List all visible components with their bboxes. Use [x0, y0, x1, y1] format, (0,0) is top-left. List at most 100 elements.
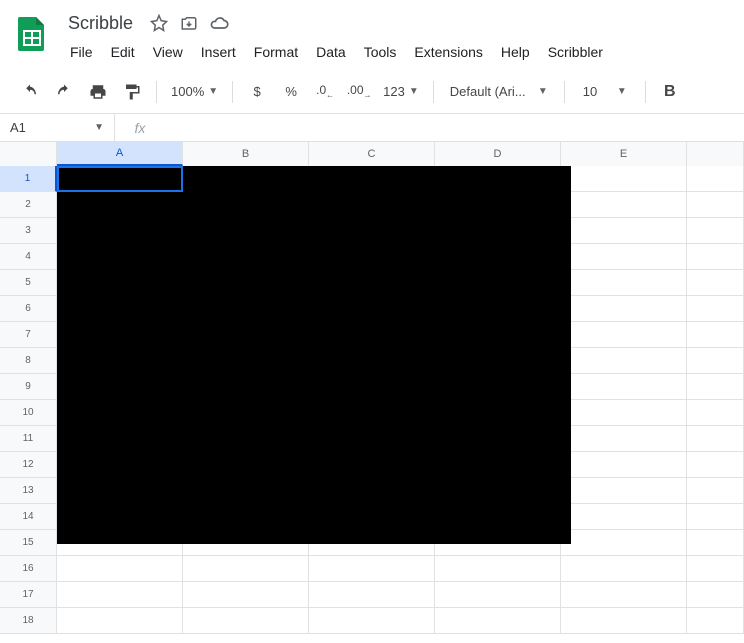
menu-item-extensions[interactable]: Extensions [406, 40, 490, 64]
column-header[interactable]: A [57, 142, 183, 166]
cell[interactable] [687, 426, 744, 452]
row-header[interactable]: 14 [0, 504, 57, 530]
cell[interactable] [561, 504, 687, 530]
cell[interactable] [687, 348, 744, 374]
font-size-dropdown[interactable]: 10 ▼ [575, 84, 635, 99]
row-header[interactable]: 10 [0, 400, 57, 426]
cell[interactable] [561, 244, 687, 270]
row-header[interactable]: 6 [0, 296, 57, 322]
row-header[interactable]: 15 [0, 530, 57, 556]
cell[interactable] [561, 530, 687, 556]
cell[interactable] [561, 270, 687, 296]
cell[interactable] [687, 166, 744, 192]
row-header[interactable]: 2 [0, 192, 57, 218]
cell[interactable] [687, 530, 744, 556]
cell[interactable] [57, 556, 183, 582]
print-button[interactable] [84, 78, 112, 106]
menu-item-tools[interactable]: Tools [356, 40, 405, 64]
star-icon[interactable] [149, 13, 169, 33]
column-header[interactable] [687, 142, 744, 166]
cell[interactable] [183, 556, 309, 582]
row-header[interactable]: 8 [0, 348, 57, 374]
cell[interactable] [435, 582, 561, 608]
cell[interactable] [561, 556, 687, 582]
cell[interactable] [687, 400, 744, 426]
cell[interactable] [561, 218, 687, 244]
cell[interactable] [561, 374, 687, 400]
row-header[interactable]: 11 [0, 426, 57, 452]
cell[interactable] [561, 322, 687, 348]
redo-button[interactable] [50, 78, 78, 106]
column-header[interactable]: B [183, 142, 309, 166]
format-123-dropdown[interactable]: 123 ▼ [379, 84, 423, 99]
row-header[interactable]: 3 [0, 218, 57, 244]
sheets-logo[interactable] [12, 8, 52, 58]
document-title[interactable]: Scribble [62, 11, 139, 36]
select-all-corner[interactable] [0, 142, 57, 166]
row-header[interactable]: 13 [0, 478, 57, 504]
formula-input[interactable] [165, 114, 744, 141]
paint-format-button[interactable] [118, 78, 146, 106]
cell[interactable] [435, 608, 561, 634]
cell[interactable] [687, 452, 744, 478]
row-header[interactable]: 18 [0, 608, 57, 634]
cell[interactable] [561, 582, 687, 608]
cell[interactable] [561, 426, 687, 452]
row-header[interactable]: 5 [0, 270, 57, 296]
cell[interactable] [561, 296, 687, 322]
cell[interactable] [687, 608, 744, 634]
cell[interactable] [561, 452, 687, 478]
cell[interactable] [687, 374, 744, 400]
row-header[interactable]: 9 [0, 374, 57, 400]
row-header[interactable]: 17 [0, 582, 57, 608]
cell[interactable] [687, 556, 744, 582]
row-header[interactable]: 4 [0, 244, 57, 270]
cell[interactable] [57, 582, 183, 608]
cell[interactable] [435, 556, 561, 582]
menu-item-help[interactable]: Help [493, 40, 538, 64]
column-header[interactable]: E [561, 142, 687, 166]
cell[interactable] [687, 478, 744, 504]
cell[interactable] [687, 322, 744, 348]
cell[interactable] [687, 218, 744, 244]
increase-decimal-button[interactable]: .00→ [345, 78, 373, 106]
decrease-decimal-button[interactable]: .0← [311, 78, 339, 106]
zoom-dropdown[interactable]: 100% ▼ [167, 84, 222, 99]
cell[interactable] [687, 504, 744, 530]
menu-item-edit[interactable]: Edit [103, 40, 143, 64]
cell[interactable] [687, 270, 744, 296]
font-family-dropdown[interactable]: Default (Ari... ▼ [444, 84, 554, 99]
cell[interactable] [309, 556, 435, 582]
cell[interactable] [687, 192, 744, 218]
row-header[interactable]: 1 [0, 166, 57, 192]
bold-button[interactable]: B [656, 78, 684, 106]
column-header[interactable]: C [309, 142, 435, 166]
cell[interactable] [183, 582, 309, 608]
currency-button[interactable]: $ [243, 78, 271, 106]
cell[interactable] [561, 166, 687, 192]
move-icon[interactable] [179, 13, 199, 33]
menu-item-scribbler[interactable]: Scribbler [540, 40, 611, 64]
column-header[interactable]: D [435, 142, 561, 166]
menu-item-file[interactable]: File [62, 40, 101, 64]
cell[interactable] [309, 608, 435, 634]
percent-button[interactable]: % [277, 78, 305, 106]
cell[interactable] [183, 608, 309, 634]
menu-item-view[interactable]: View [145, 40, 191, 64]
menu-item-insert[interactable]: Insert [193, 40, 244, 64]
row-header[interactable]: 12 [0, 452, 57, 478]
cell[interactable] [687, 244, 744, 270]
row-header[interactable]: 7 [0, 322, 57, 348]
cell[interactable] [561, 400, 687, 426]
menu-item-data[interactable]: Data [308, 40, 354, 64]
cell[interactable] [561, 478, 687, 504]
name-box[interactable]: A1 ▼ [0, 114, 115, 141]
cell[interactable] [687, 582, 744, 608]
cell[interactable] [561, 192, 687, 218]
cell[interactable] [561, 608, 687, 634]
cell[interactable] [309, 582, 435, 608]
cell[interactable] [561, 348, 687, 374]
row-header[interactable]: 16 [0, 556, 57, 582]
cloud-status-icon[interactable] [209, 13, 229, 33]
menu-item-format[interactable]: Format [246, 40, 306, 64]
